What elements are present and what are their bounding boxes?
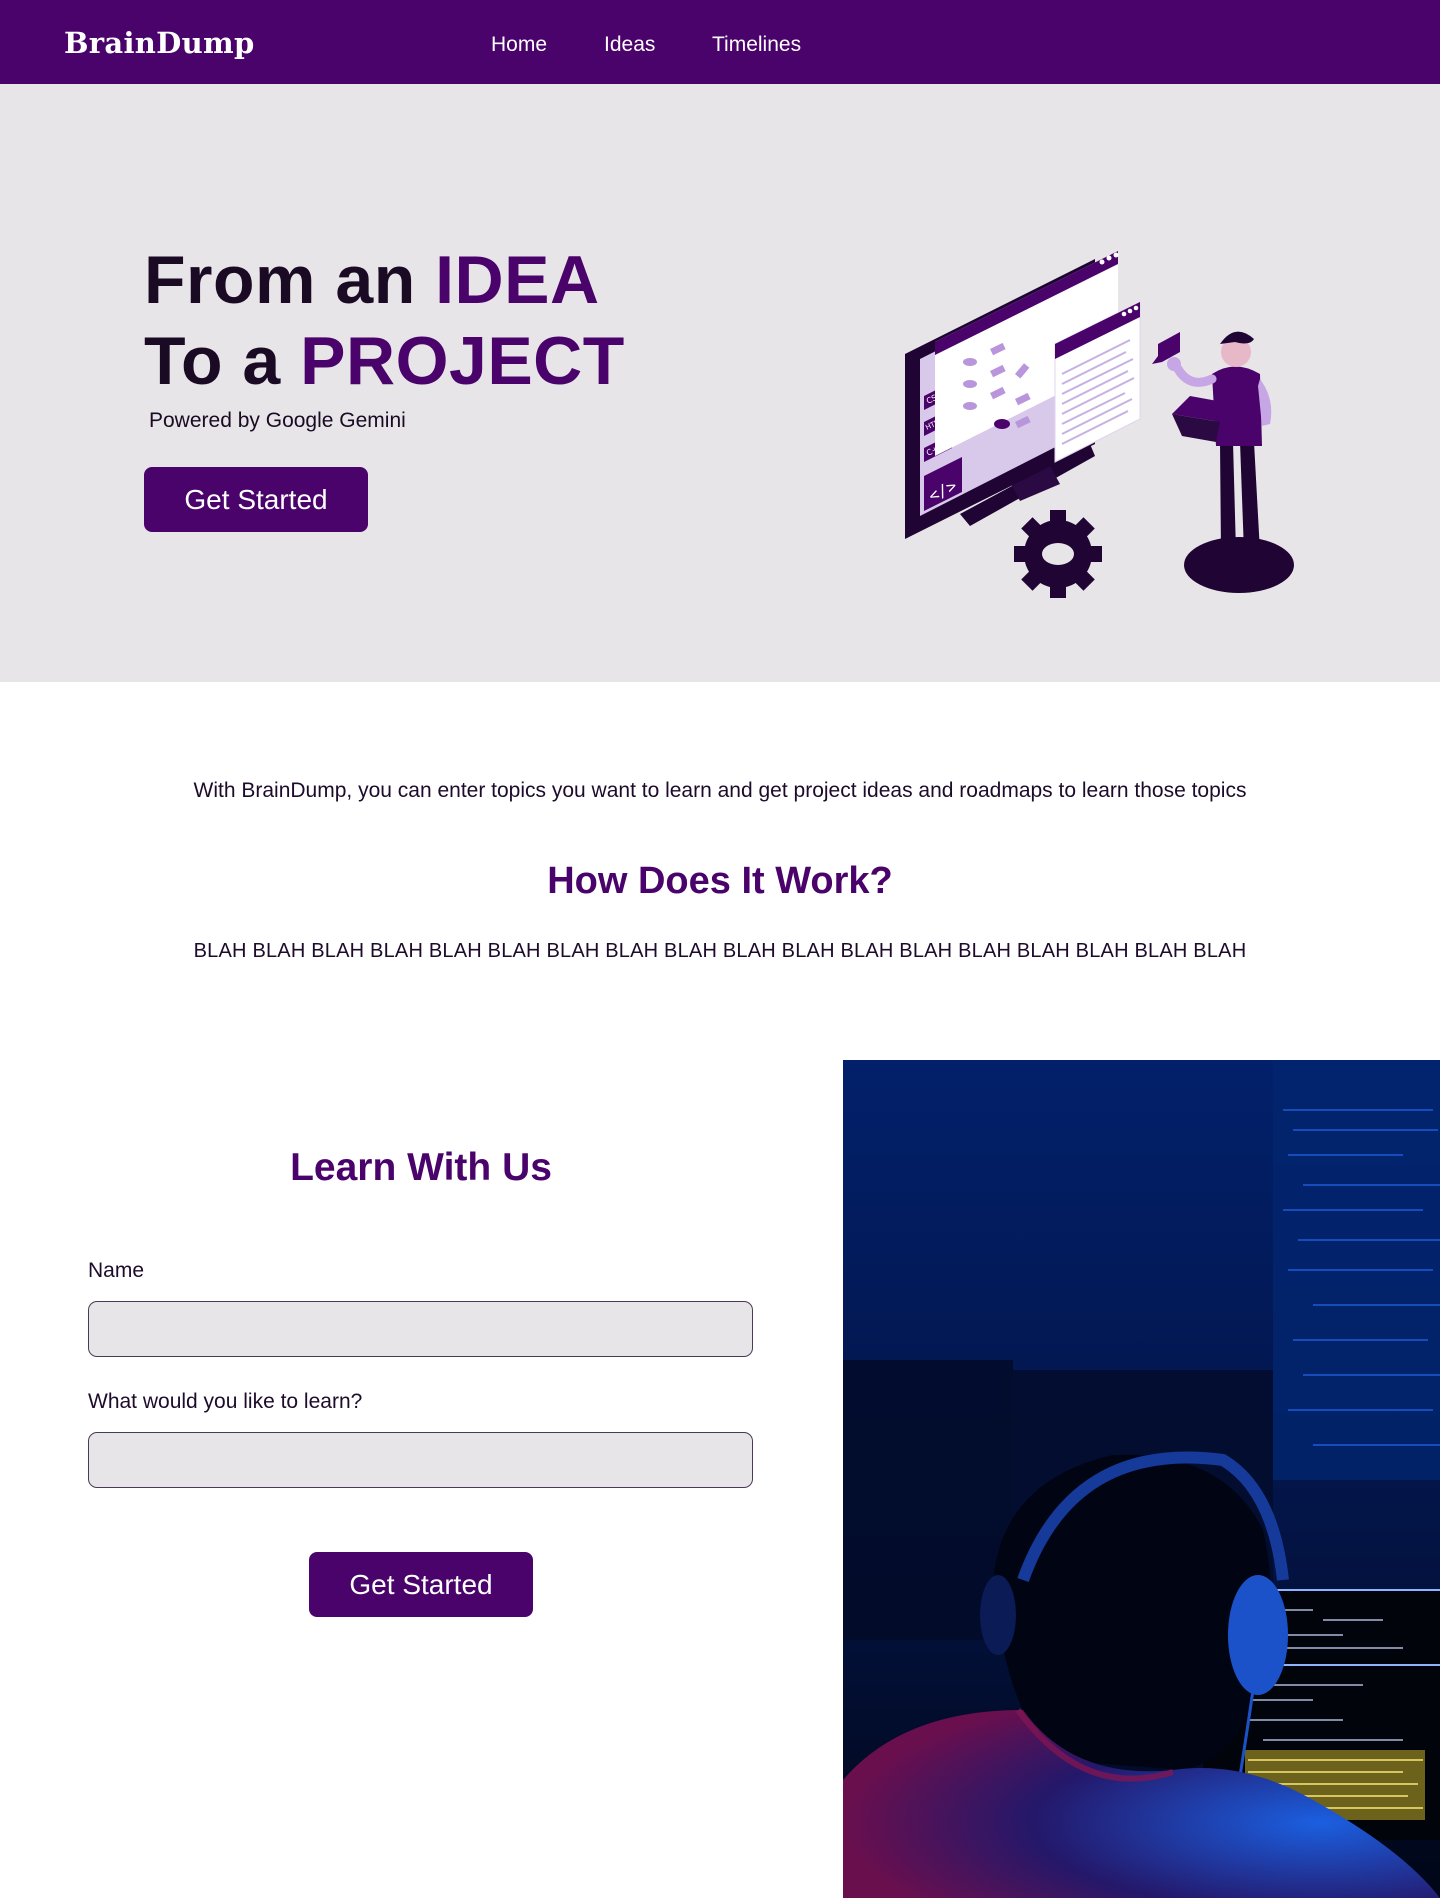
developer-illustration: CSS HTML C++ </> (905, 251, 1294, 598)
hero-title-line1-accent: IDEA (435, 242, 600, 318)
name-input[interactable] (88, 1301, 753, 1357)
intro-text: With BrainDump, you can enter topics you… (193, 779, 1247, 802)
how-it-works-body: BLAH BLAH BLAH BLAH BLAH BLAH BLAH BLAH … (193, 940, 1247, 962)
gear-icon (1014, 510, 1102, 598)
form-get-started-button[interactable]: Get Started (309, 1552, 533, 1617)
hero-get-started-button[interactable]: Get Started (144, 467, 368, 532)
hero-title-line1-prefix: From an (144, 242, 436, 318)
topic-input[interactable] (88, 1432, 753, 1488)
hero-title: From an IDEA To a PROJECT (144, 240, 625, 402)
topic-label: What would you like to learn? (88, 1390, 363, 1413)
pedestal (1184, 537, 1294, 593)
nav-link-home[interactable]: Home (491, 33, 547, 57)
hero-section: From an IDEA To a PROJECT Powered by Goo… (0, 84, 1440, 682)
hero-title-line2-prefix: To a (144, 323, 301, 399)
hero-subtitle: Powered by Google Gemini (149, 409, 406, 432)
brand-logo[interactable]: BrainDump (64, 26, 255, 60)
how-it-works-title: How Does It Work? (547, 860, 893, 902)
name-label: Name (88, 1259, 145, 1282)
developer-photo (843, 1060, 1440, 1898)
learn-title: Learn With Us (290, 1146, 552, 1189)
nav-link-ideas[interactable]: Ideas (604, 33, 655, 57)
navbar: BrainDump Home Ideas Timelines (0, 0, 1440, 84)
hero-title-line2-accent: PROJECT (300, 323, 625, 399)
nav-link-timelines[interactable]: Timelines (712, 33, 801, 57)
person-figure (1167, 331, 1272, 552)
